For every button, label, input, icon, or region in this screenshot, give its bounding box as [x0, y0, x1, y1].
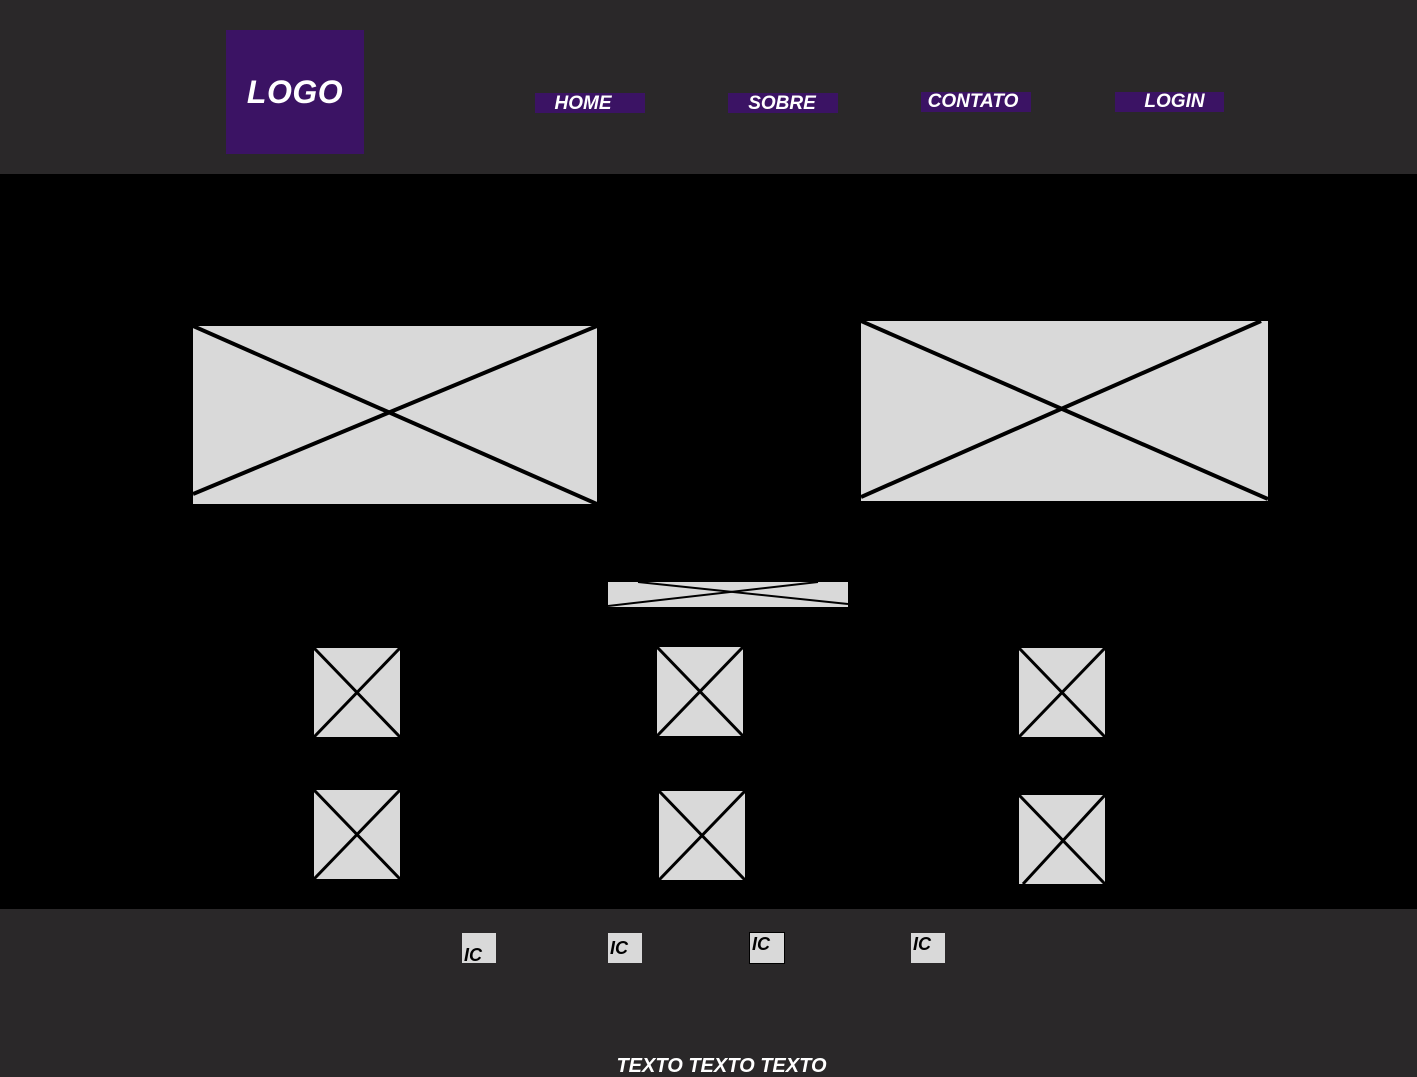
footer-icon-1[interactable]: IC: [462, 933, 496, 965]
nav-sobre[interactable]: SOBRE: [728, 93, 838, 114]
footer-icon-1-label: IC: [464, 945, 482, 965]
grid-image-4: [314, 790, 400, 879]
image-placeholder-icon: [861, 321, 1268, 501]
grid-image-6: [1019, 795, 1105, 884]
footer-icon-3-label: IC: [752, 934, 770, 954]
footer-text: TEXTO TEXTO TEXTO: [616, 1055, 827, 1077]
strip-image: [608, 582, 848, 607]
main-content: [0, 174, 1417, 909]
image-placeholder-icon: [608, 582, 848, 607]
nav-login-label: LOGIN: [1144, 91, 1205, 112]
site-footer: IC IC IC IC TEXTO TEXTO TEXTO: [0, 909, 1417, 1077]
footer-icon-2-label: IC: [610, 938, 628, 958]
nav-home-label: HOME: [554, 93, 612, 114]
image-placeholder-icon: [657, 647, 743, 736]
image-placeholder-icon: [314, 648, 400, 737]
grid-image-3: [1019, 648, 1105, 737]
image-placeholder-icon: [193, 326, 597, 504]
grid-image-2: [657, 647, 743, 736]
footer-icon-4[interactable]: IC: [911, 933, 945, 963]
image-placeholder-icon: [659, 791, 745, 880]
image-placeholder-icon: [1019, 648, 1105, 737]
nav-contato[interactable]: CONTATO: [921, 92, 1031, 112]
banner-image-right: [861, 321, 1268, 501]
logo[interactable]: LOGO: [226, 30, 364, 154]
footer-icon-4-label: IC: [913, 934, 931, 954]
nav-contato-label: CONTATO: [927, 91, 1019, 112]
image-placeholder-icon: [314, 790, 400, 879]
grid-image-5: [659, 791, 745, 880]
grid-image-1: [314, 648, 400, 737]
banner-image-left: [193, 326, 597, 504]
nav-home[interactable]: HOME: [535, 93, 645, 114]
footer-icon-2[interactable]: IC: [608, 933, 642, 963]
page: LOGO HOME SOBRE CONTATO LOGIN IC IC IC I…: [0, 0, 1417, 1077]
nav-sobre-label: SOBRE: [748, 93, 816, 114]
footer-icon-3[interactable]: IC: [749, 932, 785, 964]
image-placeholder-icon: [1019, 795, 1105, 884]
nav-login[interactable]: LOGIN: [1115, 92, 1224, 112]
site-header: LOGO HOME SOBRE CONTATO LOGIN: [0, 0, 1417, 174]
